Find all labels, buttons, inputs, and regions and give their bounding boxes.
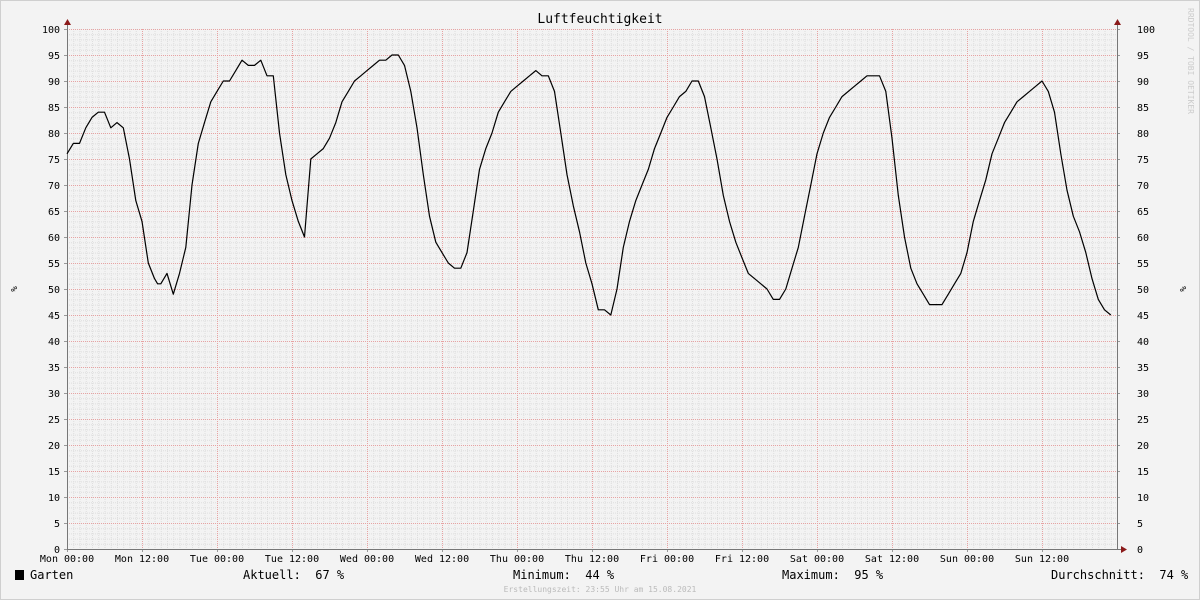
y-tick-label-left: 60 [48, 233, 60, 244]
y-tick-label-left: 15 [48, 467, 60, 478]
legend-minimum: Minimum: 44 % [513, 568, 615, 582]
y-tick-label-left: 100 [42, 25, 60, 36]
y-tick-label-left: 25 [48, 415, 60, 426]
x-tick-label: Mon 12:00 [115, 554, 169, 565]
y-tick-label-right: 45 [1137, 311, 1149, 322]
legend-maximum: Maximum: 95 % [782, 568, 884, 582]
x-tick-label: Wed 00:00 [340, 554, 394, 565]
y-tick-label-right: 50 [1137, 285, 1149, 296]
x-tick-label: Sat 00:00 [790, 554, 844, 565]
x-axis-labels: Mon 00:00 Mon 12:00 Tue 00:00 Tue 12:00 Wed … [40, 554, 1069, 565]
y-tick-label-right: 70 [1137, 181, 1149, 192]
y-tick-label-right: 30 [1137, 389, 1149, 400]
rrdtool-watermark: RRDTOOL / TOBI OETIKER [1186, 8, 1195, 114]
x-tick-label: Fri 12:00 [715, 554, 769, 565]
y-axis-label-left: % [8, 286, 18, 292]
y-tick-label-left: 55 [48, 259, 60, 270]
y-tick-label-left: 90 [48, 77, 60, 88]
y-tick-label-right: 80 [1137, 129, 1149, 140]
y-tick-label-right: 65 [1137, 207, 1149, 218]
legend-current: Aktuell: 67 % [243, 568, 345, 582]
y-tick-label-left: 70 [48, 181, 60, 192]
y-tick-label-left: 65 [48, 207, 60, 218]
legend-series-name: Garten [30, 568, 74, 582]
y-axis-arrow-right [1114, 19, 1121, 25]
y-tick-label-left: 20 [48, 441, 60, 452]
y-tick-label-left: 5 [54, 519, 60, 530]
y-tick-label-right: 55 [1137, 259, 1149, 270]
y-tick-label-right: 25 [1137, 415, 1149, 426]
y-axis-label-right: % [1177, 286, 1187, 292]
chart-title: Luftfeuchtigkeit [537, 12, 662, 27]
y-tick-label-left: 50 [48, 285, 60, 296]
x-axis-arrow [1121, 546, 1127, 553]
y-tick-label-right: 0 [1137, 545, 1143, 556]
legend-swatch [15, 570, 24, 580]
y-tick-label-right: 75 [1137, 155, 1149, 166]
y-tick-label-right: 40 [1137, 337, 1149, 348]
y-tick-label-right: 95 [1137, 51, 1149, 62]
y-tick-label-left: 75 [48, 155, 60, 166]
x-tick-label: Thu 12:00 [565, 554, 619, 565]
y-axis-left-labels: 0510152025303540455055606570758085909510… [42, 25, 60, 556]
major-grid [67, 29, 1117, 549]
y-tick-label-right: 35 [1137, 363, 1149, 374]
y-tick-label-right: 15 [1137, 467, 1149, 478]
x-tick-label: Wed 12:00 [415, 554, 469, 565]
y-tick-label-right: 5 [1137, 519, 1143, 530]
creation-timestamp: Erstellungszeit: 23:55 Uhr am 15.08.2021 [503, 585, 697, 594]
y-tick-label-right: 60 [1137, 233, 1149, 244]
y-tick-label-left: 40 [48, 337, 60, 348]
y-tick-label-left: 10 [48, 493, 60, 504]
y-tick-label-right: 100 [1137, 25, 1155, 36]
y-tick-label-left: 30 [48, 389, 60, 400]
y-tick-label-right: 85 [1137, 103, 1149, 114]
x-tick-label: Tue 00:00 [190, 554, 244, 565]
y-tick-label-right: 10 [1137, 493, 1149, 504]
y-axis-right-labels: 0 5 10 15 20 25 30 35 40 45 50 55 60 65 70 75 80 85 90 95 10… [1137, 25, 1155, 556]
x-tick-label: Thu 00:00 [490, 554, 544, 565]
x-tick-label: Sun 12:00 [1015, 554, 1069, 565]
y-tick-label-left: 95 [48, 51, 60, 62]
legend-average: Durchschnitt: 74 % [1051, 568, 1189, 582]
y-tick-label-left: 80 [48, 129, 60, 140]
y-tick-label-left: 45 [48, 311, 60, 322]
y-tick-label-left: 35 [48, 363, 60, 374]
x-tick-label: Mon 00:00 [40, 554, 94, 565]
y-axis-arrow-left [64, 19, 71, 25]
x-tick-label: Fri 00:00 [640, 554, 694, 565]
y-tick-label-right: 20 [1137, 441, 1149, 452]
humidity-chart: 0 5 10 15 20 25 30 35 40 45 50 55 60 65 70 75 80 85 90 95 10… [8, 8, 1195, 565]
x-tick-label: Sun 00:00 [940, 554, 994, 565]
x-tick-label: Tue 12:00 [265, 554, 319, 565]
y-tick-label-left: 85 [48, 103, 60, 114]
x-tick-label: Sat 12:00 [865, 554, 919, 565]
y-tick-label-right: 90 [1137, 77, 1149, 88]
